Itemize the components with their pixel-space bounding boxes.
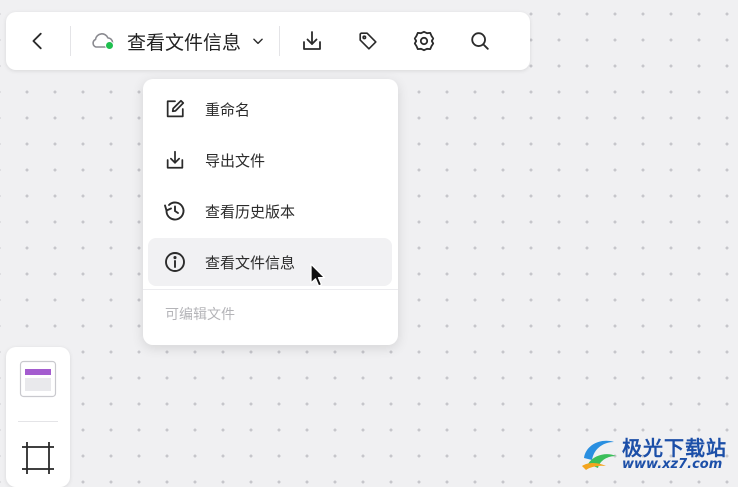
site-watermark: 极光下载站 www.xz7.com — [578, 430, 734, 476]
cloud-sync-status — [89, 31, 115, 51]
frame-tool-button[interactable] — [16, 436, 60, 480]
menu-item-file-info[interactable]: 查看文件信息 — [148, 238, 392, 286]
top-toolbar: 查看文件信息 — [6, 12, 530, 70]
download-icon — [303, 31, 321, 50]
menu-item-export[interactable]: 导出文件 — [148, 136, 392, 184]
file-title-dropdown[interactable]: 查看文件信息 — [71, 12, 279, 70]
chevron-left-icon — [32, 32, 42, 50]
template-icon — [19, 360, 57, 398]
chevron-down-icon — [253, 38, 263, 45]
left-tool-panel — [6, 347, 70, 487]
download-button[interactable] — [284, 12, 340, 70]
search-button[interactable] — [452, 12, 508, 70]
tag-button[interactable] — [340, 12, 396, 70]
mouse-cursor-icon — [310, 263, 326, 287]
file-menu-dropdown: 重命名 导出文件 查看历史版本 查看文件信息 可编辑文件 — [143, 79, 398, 345]
template-button[interactable] — [16, 357, 60, 401]
menu-item-history[interactable]: 查看历史版本 — [148, 187, 392, 235]
aurora-logo-icon — [582, 440, 616, 470]
search-icon — [471, 32, 489, 50]
edit-icon — [163, 97, 187, 121]
file-title: 查看文件信息 — [127, 31, 242, 54]
menu-item-label: 重命名 — [205, 100, 251, 119]
history-icon — [163, 199, 187, 223]
tag-icon — [359, 32, 377, 50]
watermark-url: www.xz7.com — [622, 457, 723, 472]
export-icon — [163, 148, 187, 172]
menu-item-label: 查看文件信息 — [205, 253, 296, 272]
menu-divider — [143, 289, 398, 290]
toolbar-actions — [280, 12, 508, 70]
frame-icon — [22, 442, 54, 474]
menu-item-label: 查看历史版本 — [205, 202, 296, 221]
panel-divider — [18, 421, 58, 422]
gear-icon — [413, 30, 435, 52]
menu-caption: 可编辑文件 — [165, 307, 235, 323]
sync-status-dot — [105, 41, 114, 50]
settings-button[interactable] — [396, 12, 452, 70]
info-icon — [163, 250, 187, 274]
menu-item-rename[interactable]: 重命名 — [148, 85, 392, 133]
back-button[interactable] — [6, 12, 70, 70]
menu-item-label: 导出文件 — [205, 151, 266, 170]
